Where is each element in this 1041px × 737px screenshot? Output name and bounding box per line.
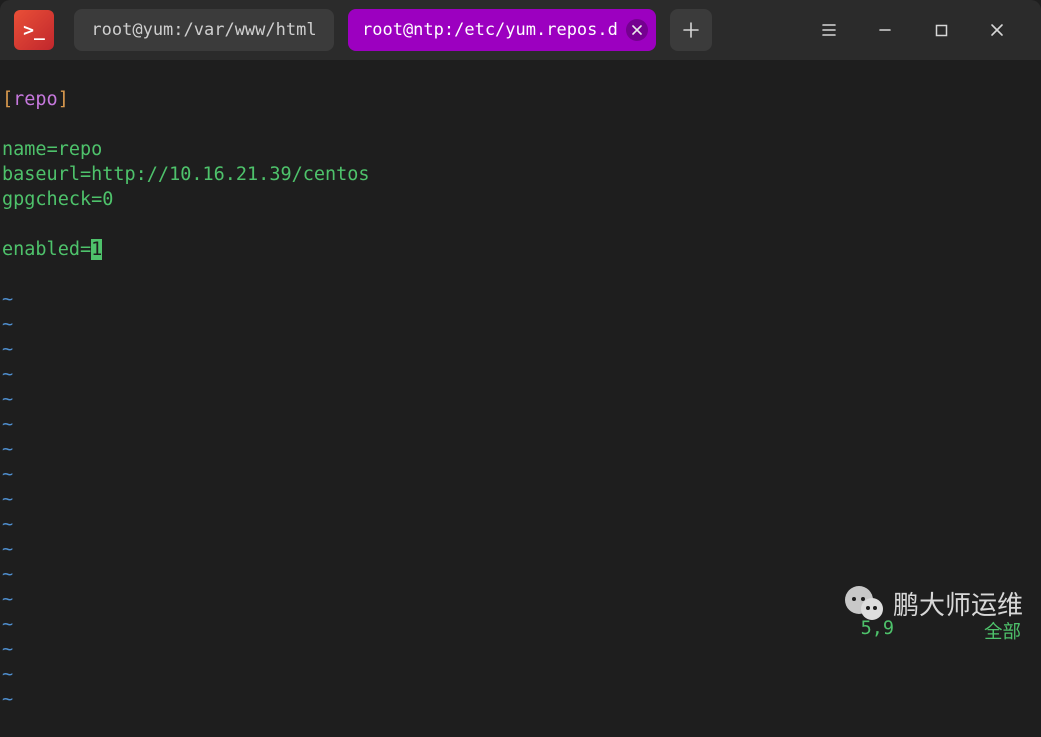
vim-tilde: ~ [2, 312, 1039, 337]
vim-tilde: ~ [2, 412, 1039, 437]
close-button[interactable] [983, 16, 1011, 44]
maximize-button[interactable] [927, 16, 955, 44]
app-icon: >_ [14, 10, 54, 50]
vim-tilde: ~ [2, 387, 1039, 412]
vim-tilde: ~ [2, 487, 1039, 512]
window-controls [815, 16, 1033, 44]
tab-1[interactable]: root@yum:/var/www/html [74, 9, 334, 51]
vim-tilde: ~ [2, 362, 1039, 387]
watermark: 鹏大师运维 [845, 585, 1023, 622]
minimize-button[interactable] [871, 16, 899, 44]
editor-line-cursor: enabled=1 [2, 237, 1039, 262]
editor-line: baseurl=http://10.16.21.39/centos [2, 162, 1039, 187]
tab-label: root@yum:/var/www/html [91, 20, 316, 40]
menu-icon[interactable] [815, 16, 843, 44]
vim-tilde: ~ [2, 462, 1039, 487]
wechat-icon [845, 586, 885, 622]
editor-line-section: [repo] [2, 87, 1039, 112]
close-icon[interactable] [626, 19, 648, 41]
tab-2[interactable]: root@ntp:/etc/yum.repos.d [348, 9, 656, 51]
vim-tilde: ~ [2, 562, 1039, 587]
vim-tilde: ~ [2, 687, 1039, 712]
new-tab-button[interactable] [670, 9, 712, 51]
vim-tilde: ~ [2, 337, 1039, 362]
vim-tilde: ~ [2, 662, 1039, 687]
watermark-text: 鹏大师运维 [893, 585, 1023, 622]
vim-tilde: ~ [2, 287, 1039, 312]
title-bar: >_ root@yum:/var/www/html root@ntp:/etc/… [0, 0, 1041, 60]
cursor: 1 [91, 239, 102, 260]
editor-line: name=repo [2, 137, 1039, 162]
vim-tilde: ~ [2, 512, 1039, 537]
editor-line: gpgcheck=0 [2, 187, 1039, 212]
vim-tilde: ~ [2, 437, 1039, 462]
tab-strip: root@yum:/var/www/html root@ntp:/etc/yum… [74, 9, 712, 51]
tab-label: root@ntp:/etc/yum.repos.d [362, 20, 618, 40]
vim-tilde: ~ [2, 537, 1039, 562]
